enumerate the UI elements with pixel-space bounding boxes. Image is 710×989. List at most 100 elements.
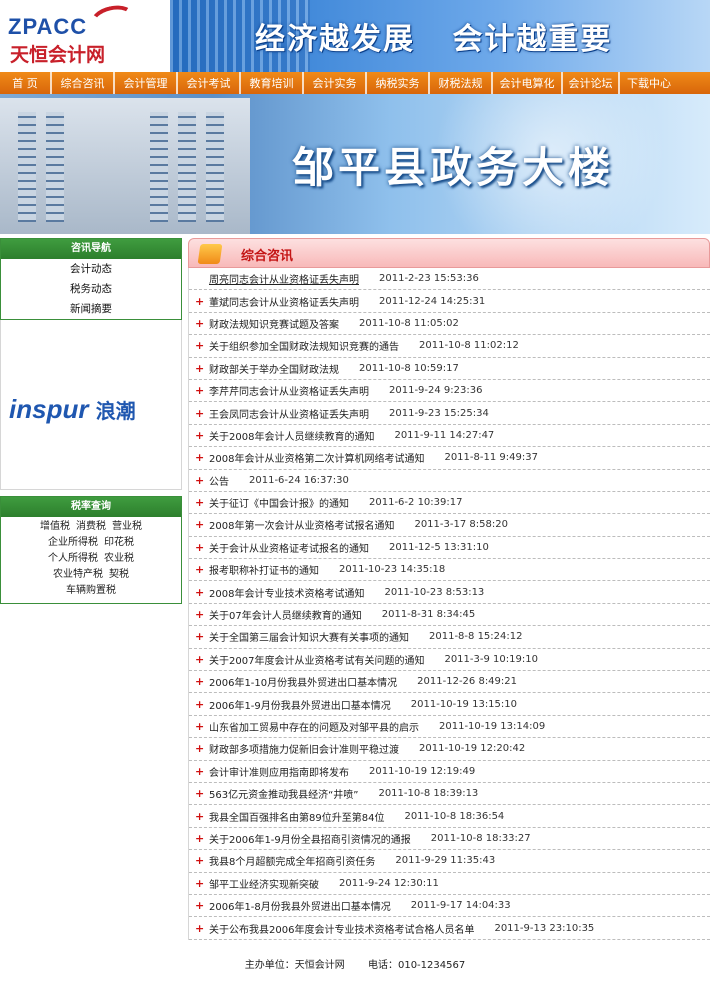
news-link[interactable]: 2008年第一次会计从业资格考试报名通知 (209, 517, 394, 532)
header-slogan: 经济越发展 会计越重要 (255, 22, 613, 57)
news-link[interactable]: 2006年1-9月份我县外贸进出口基本情况 (209, 697, 391, 712)
building-column (46, 112, 64, 222)
tax-link[interactable]: 增值税 (40, 519, 70, 535)
news-date: 2011-10-8 10:59:17 (359, 362, 459, 374)
news-link[interactable]: 2008年会计专业技术资格考试通知 (209, 585, 364, 600)
section-title: 综合咨讯 (241, 249, 294, 264)
bullet-plus-icon: + (195, 361, 205, 375)
news-row: +2006年1-8月份我县外贸进出口基本情况 2011-9-17 14:04:33 (189, 895, 710, 918)
sponsor-ad[interactable]: inspur 浪潮 (0, 320, 182, 490)
sidebar-item-accounting-news[interactable]: 会计动态 (1, 259, 181, 279)
sidebar-item-tax-news[interactable]: 税务动态 (1, 279, 181, 299)
news-link[interactable]: 563亿元资金推动我县经济“井喷” (209, 786, 358, 801)
news-row: + 会计审计准则应用指南即将发布 2011-10-19 12:19:49 (189, 761, 710, 783)
bullet-plus-icon: + (195, 854, 205, 868)
news-link[interactable]: 关于2006年1-9月份全县招商引资情况的通报 (209, 831, 411, 846)
news-row: +2008年第一次会计从业资格考试报名通知 2011-3-17 8:58:20 (189, 514, 710, 537)
tax-link[interactable]: 企业所得税 (48, 535, 98, 551)
news-date: 2011-8-11 9:49:37 (444, 452, 538, 464)
nav-item-downloads[interactable]: 下载中心 (620, 75, 678, 91)
guide-title: 咨讯导航 (1, 239, 181, 259)
news-row: + 公告 2011-6-24 16:37:30 (189, 470, 710, 492)
tax-row: 农业特产税 契税 (1, 567, 181, 583)
nav-item-training[interactable]: 教育培训 (241, 75, 302, 91)
inspur-logo: inspur 浪潮 (9, 394, 136, 425)
news-link[interactable]: 财政法规知识竞赛试题及答案 (209, 316, 339, 331)
tax-link[interactable]: 营业税 (112, 519, 142, 535)
news-row: + 山东省加工贸易中存在的问题及对邹平县的启示 2011-10-19 13:14:0… (189, 716, 710, 739)
nav-item-home[interactable]: 首 页 (0, 75, 50, 91)
nav-item-practice[interactable]: 会计实务 (304, 75, 365, 91)
inspur-logo-cn: 浪潮 (95, 401, 136, 423)
news-link[interactable]: 我县全国百强排名由第89位升至第84位 (209, 809, 384, 824)
tax-link[interactable]: 农业税 (104, 551, 134, 567)
bullet-plus-icon: + (195, 384, 205, 398)
news-link[interactable]: 会计审计准则应用指南即将发布 (209, 764, 349, 779)
news-link[interactable]: 公告 (209, 473, 229, 488)
news-row: + 关于会计从业资格证考试报名的通知 2011-12-5 13:31:10 (189, 537, 710, 560)
nav-divider (302, 72, 304, 94)
folder-icon (197, 244, 223, 264)
news-link[interactable]: 董斌同志会计从业资格证丢失声明 (209, 294, 359, 309)
tax-row: 车辆购置税 (1, 583, 181, 599)
news-link[interactable]: 我县8个月超额完成全年招商引资任务 (209, 853, 375, 868)
tax-link[interactable]: 车辆购置税 (66, 583, 116, 599)
bullet-plus-icon: + (195, 406, 205, 420)
news-link[interactable]: 山东省加工贸易中存在的问题及对邹平县的启示 (209, 719, 419, 734)
news-link[interactable]: 2006年1-8月份我县外贸进出口基本情况 (209, 898, 391, 913)
news-link[interactable]: 关于2007年度会计从业资格考试有关问题的通知 (209, 652, 424, 667)
tax-link[interactable]: 消费税 (76, 519, 106, 535)
news-link[interactable]: 关于会计从业资格证考试报名的通知 (209, 540, 369, 555)
tax-link[interactable]: 印花税 (104, 535, 134, 551)
news-date: 2011-9-11 14:27:47 (394, 429, 495, 441)
news-link[interactable]: 周亮同志会计从业资格证丢失声明 (209, 271, 359, 286)
main-content: 综合咨讯 周亮同志会计从业资格证丢失声明 2011-2-23 15:53:36 + 董… (188, 238, 710, 940)
nav-item-management[interactable]: 会计管理 (115, 75, 176, 91)
nav-item-news[interactable]: 综合咨讯 (52, 75, 113, 91)
news-row: + 关于组织参加全国财政法规知识竞赛的通告 2011-10-8 11:02:12 (189, 335, 710, 358)
section-header: 综合咨讯 (188, 238, 710, 268)
site-logo[interactable]: ZPACC 天恒会计网 (0, 0, 170, 72)
news-link[interactable]: 关于组织参加全国财政法规知识竞赛的通告 (209, 338, 399, 353)
news-row: + 财政法规知识竞赛试题及答案 2011-10-8 11:05:02 (189, 313, 710, 336)
news-row: +2008年会计专业技术资格考试通知 2011-10-23 8:53:13 (189, 581, 710, 604)
news-link[interactable]: 邹平工业经济实现新突破 (209, 876, 319, 891)
nav-item-exam[interactable]: 会计考试 (178, 75, 239, 91)
nav-item-tax-practice[interactable]: 纳税实务 (367, 75, 428, 91)
news-date: 2011-10-8 18:39:13 (378, 788, 479, 800)
footer-sponsor: 主办单位：天恒会计网 (244, 960, 345, 971)
nav-item-computerization[interactable]: 会计电算化 (493, 75, 561, 91)
news-date: 2011-12-24 14:25:31 (379, 295, 486, 307)
news-row: +563亿元资金推动我县经济“井喷” 2011-10-8 18:39:13 (189, 783, 710, 806)
news-date: 2011-10-23 14:35:18 (339, 564, 446, 576)
bullet-plus-icon: + (195, 630, 205, 644)
sidebar-item-news-digest[interactable]: 新闻摘要 (1, 299, 181, 319)
news-row: + 财政部关于举办全国财政法规 2011-10-8 10:59:17 (189, 358, 710, 380)
news-link[interactable]: 财政部多项措施力促新旧会计准则平稳过渡 (209, 741, 399, 756)
tax-link[interactable]: 农业特产税 (53, 567, 103, 583)
news-link[interactable]: 关于2008年会计人员继续教育的通知 (209, 428, 374, 443)
bullet-plus-icon: + (195, 921, 205, 935)
news-link[interactable]: 关于07年会计人员继续教育的通知 (209, 607, 362, 622)
nav-item-regulations[interactable]: 财税法规 (430, 75, 491, 91)
news-row: + 关于2007年度会计从业资格考试有关问题的通知 2011-3-9 10:19:1… (189, 649, 710, 672)
news-list: 周亮同志会计从业资格证丢失声明 2011-2-23 15:53:36 + 董斌同志会计… (188, 268, 710, 940)
tax-link[interactable]: 个人所得税 (48, 551, 98, 567)
news-link[interactable]: 2008年会计从业资格第二次计算机网络考试通知 (209, 450, 424, 465)
news-date: 2011-10-8 11:02:12 (419, 340, 519, 352)
news-link[interactable]: 2006年1-10月份我县外贸进出口基本情况 (209, 674, 397, 689)
news-link[interactable]: 关于全国第三届会计知识大赛有关事项的通知 (209, 629, 409, 644)
bullet-plus-icon: + (195, 451, 205, 465)
news-link[interactable]: 报考职称补打证书的通知 (209, 562, 319, 577)
news-date: 2011-8-8 15:24:12 (429, 631, 523, 643)
news-link[interactable]: 财政部关于举办全国财政法规 (209, 361, 339, 376)
bullet-plus-icon: + (195, 652, 205, 666)
news-row: + 李芹芹同志会计从业资格证丢失声明 2011-9-24 9:23:36 (189, 380, 710, 403)
news-link[interactable]: 王会凤同志会计从业资格证丢失声明 (209, 406, 369, 421)
news-link[interactable]: 李芹芹同志会计从业资格证丢失声明 (209, 383, 369, 398)
tax-link[interactable]: 契税 (109, 567, 129, 583)
news-link[interactable]: 关于公布我县2006年度会计专业技术资格考试合格人员名单 (209, 921, 474, 936)
nav-item-forum[interactable]: 会计论坛 (563, 75, 618, 91)
news-link[interactable]: 关于征订《中国会计报》的通知 (209, 495, 349, 510)
logo-text-en: ZPACC (8, 14, 88, 39)
